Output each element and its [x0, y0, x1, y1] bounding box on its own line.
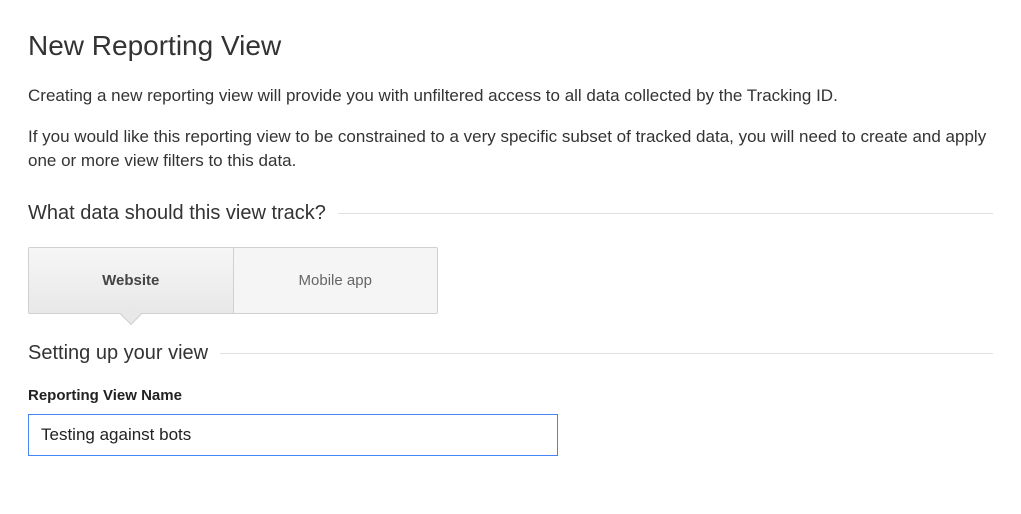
divider-line — [338, 213, 993, 214]
section-heading-track-text: What data should this view track? — [28, 202, 338, 225]
section-setup-view: Setting up your view Reporting View Name — [28, 342, 993, 456]
section-heading-setup-text: Setting up your view — [28, 342, 220, 365]
section-heading-setup: Setting up your view — [28, 342, 993, 365]
reporting-view-name-label: Reporting View Name — [28, 387, 993, 404]
page-title: New Reporting View — [28, 30, 993, 62]
tab-mobile-app-label: Mobile app — [299, 272, 372, 289]
section-heading-track: What data should this view track? — [28, 202, 993, 225]
section-track-data: What data should this view track? Websit… — [28, 202, 993, 314]
divider-line — [220, 353, 993, 354]
tab-mobile-app[interactable]: Mobile app — [234, 248, 438, 313]
tab-website[interactable]: Website — [29, 248, 234, 313]
reporting-view-name-input[interactable] — [28, 414, 558, 456]
intro-paragraph-2: If you would like this reporting view to… — [28, 125, 993, 174]
track-type-tabs: Website Mobile app — [28, 247, 438, 314]
intro-paragraph-1: Creating a new reporting view will provi… — [28, 84, 993, 109]
tab-website-label: Website — [102, 272, 159, 289]
